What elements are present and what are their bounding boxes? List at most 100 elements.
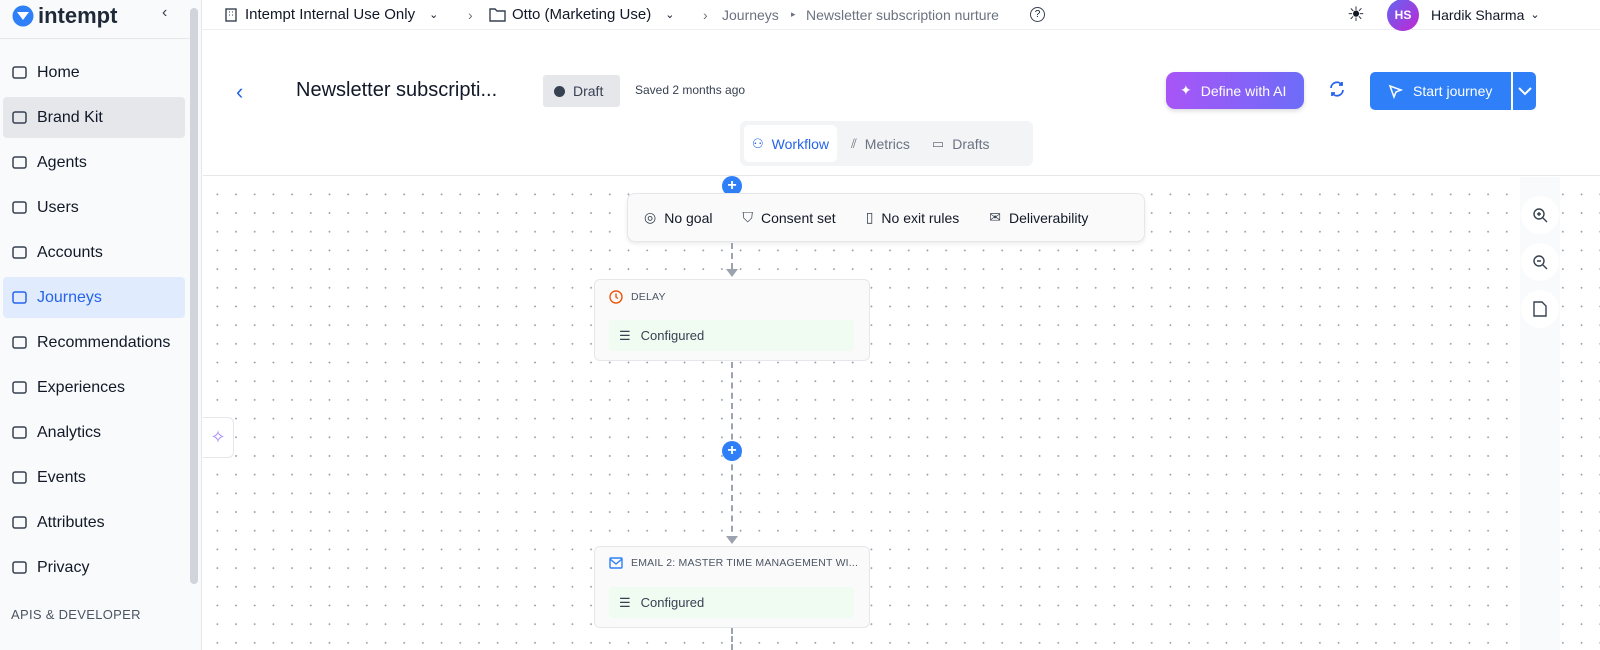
start-label: Start journey — [1413, 83, 1493, 99]
chevron-down-icon: ⌄ — [429, 9, 439, 21]
chevron-right-icon: › — [703, 6, 708, 23]
theme-toggle-sun-icon[interactable]: ☀ — [1347, 2, 1365, 27]
zoom-in-button[interactable] — [1521, 196, 1559, 234]
workflow-canvas[interactable] — [203, 177, 1600, 650]
sidebar-item-recommendations[interactable]: Recommendations — [3, 322, 185, 363]
logo[interactable]: intempt — [12, 3, 117, 29]
tab-workflow[interactable]: ⚇ Workflow — [744, 125, 837, 162]
sidebar-item-journeys[interactable]: Journeys — [3, 277, 185, 318]
workflow-icon: ⚇ — [752, 135, 764, 151]
user-name: Hardik Sharma — [1431, 6, 1525, 23]
mail-icon — [609, 557, 623, 569]
connector — [731, 243, 733, 269]
breadcrumb-journeys[interactable]: Journeys — [722, 7, 779, 23]
sidebar-item-label: Journeys — [37, 288, 102, 306]
journey-rules-bar: ◎ No goal ⛉ Consent set ▯ No exit rules ✉ Deliv… — [627, 193, 1145, 242]
chevron-right-icon: › — [468, 6, 473, 23]
sidebar-item-label: Users — [37, 198, 79, 216]
delay-node[interactable]: DELAY ☰ Configured — [594, 279, 870, 361]
sidebar-item-privacy[interactable]: Privacy — [3, 547, 185, 588]
sidebar-item-analytics[interactable]: Analytics — [3, 412, 185, 453]
connector-arrow — [726, 536, 738, 544]
shuffle-icon — [12, 381, 27, 394]
sidebar-item-experiences[interactable]: Experiences — [3, 367, 185, 408]
breadcrumb-current: Newsletter subscription nurture — [806, 6, 999, 23]
door-icon: ▯ — [865, 209, 874, 225]
folder-icon — [489, 8, 506, 22]
filter-icon: ☰ — [619, 327, 631, 343]
status-dot-icon — [554, 85, 565, 97]
sidebar-item-label: Home — [37, 63, 80, 81]
tab-metrics[interactable]: ⫽ Metrics — [843, 125, 918, 162]
sidebar-item-events[interactable]: Events — [3, 457, 185, 498]
users-icon — [12, 201, 27, 214]
top-bar: Intempt Internal Use Only ⌄ › Otto (Mark… — [203, 0, 1600, 31]
bot-icon — [12, 156, 27, 169]
rule-no-goal[interactable]: ◎ No goal — [644, 209, 712, 226]
tab-label: Metrics — [864, 135, 910, 152]
sparkles-icon: ✧ — [210, 427, 226, 447]
rule-no-exit-rules[interactable]: ▯ No exit rules — [866, 209, 960, 226]
connector-arrow — [726, 269, 738, 277]
drafts-icon: ▭ — [931, 135, 945, 151]
sidebar-item-label: Events — [37, 468, 86, 486]
rule-deliverability[interactable]: ✉ Deliverability — [989, 209, 1088, 226]
cursor-icon — [1388, 84, 1403, 99]
sidebar-item-agents[interactable]: Agents — [3, 142, 185, 183]
sidebar-item-label: Analytics — [37, 423, 102, 441]
ai-assistant-button[interactable]: ✧ — [203, 417, 234, 458]
bar-chart-icon — [12, 426, 27, 439]
zoom-out-button[interactable] — [1521, 243, 1559, 281]
goal-icon: ◎ — [644, 209, 657, 225]
zoom-out-icon — [1533, 255, 1548, 270]
sidebar: intempt ‹ Home Brand Kit Agents Users Accoun… — [0, 0, 202, 650]
mask-icon — [12, 561, 27, 574]
help-icon[interactable]: ? — [1030, 7, 1045, 22]
page-title: Newsletter subscripti... — [296, 79, 498, 101]
zoom-in-icon — [1533, 208, 1548, 223]
tab-drafts[interactable]: ▭ Drafts — [924, 125, 998, 162]
chevron-down-icon: ⌄ — [665, 9, 675, 21]
divider — [0, 38, 190, 39]
sidebar-item-attributes[interactable]: Attributes — [3, 502, 185, 543]
sidebar-scrollbar[interactable] — [190, 8, 198, 584]
project-switcher[interactable]: Otto (Marketing Use) ⌄ — [489, 6, 674, 23]
sidebar-item-label: Accounts — [37, 243, 103, 261]
start-options-dropdown[interactable] — [1513, 72, 1536, 110]
ai-label: Define with AI — [1200, 82, 1287, 99]
sidebar-item-label: Experiences — [37, 378, 126, 396]
avatar: HS — [1387, 0, 1419, 31]
fit-view-button[interactable] — [1521, 290, 1559, 328]
node-status: Configured — [640, 595, 705, 610]
refresh-button[interactable] — [1328, 80, 1346, 103]
view-tabs: ⚇ Workflow ⫽ Metrics ▭ Drafts — [740, 121, 1033, 166]
activity-icon — [12, 471, 27, 484]
note-icon — [1533, 301, 1547, 317]
email-node[interactable]: EMAIL 2: MASTER TIME MANAGEMENT WI... ☰ C… — [594, 546, 870, 628]
sidebar-item-label: Privacy — [37, 558, 90, 576]
sidebar-item-label: Brand Kit — [37, 108, 103, 126]
building-icon — [12, 246, 27, 259]
org-switcher[interactable]: Intempt Internal Use Only ⌄ — [223, 6, 438, 23]
define-with-ai-button[interactable]: ✦ Define with AI — [1166, 72, 1304, 109]
add-step-button[interactable]: + — [722, 441, 742, 461]
back-button[interactable]: ‹ — [236, 79, 243, 105]
start-journey-button[interactable]: Start journey — [1370, 72, 1511, 110]
collapse-sidebar-button[interactable]: ‹ — [162, 4, 167, 22]
sidebar-item-users[interactable]: Users — [3, 187, 185, 228]
sidebar-item-accounts[interactable]: Accounts — [3, 232, 185, 273]
sidebar-item-label: Agents — [37, 153, 87, 171]
building-icon — [225, 7, 237, 22]
rule-label: Consent set — [760, 209, 836, 226]
refresh-icon — [1330, 81, 1344, 97]
node-type: DELAY — [631, 291, 666, 303]
chevron-down-icon — [1517, 86, 1532, 95]
sidebar-item-brand-kit[interactable]: Brand Kit — [3, 97, 185, 138]
intempt-logo-icon — [12, 5, 34, 27]
saved-timestamp: Saved 2 months ago — [635, 83, 746, 97]
user-menu[interactable]: HS Hardik Sharma ⌄ — [1387, 0, 1540, 31]
rule-label: No exit rules — [881, 209, 960, 226]
sidebar-item-home[interactable]: Home — [3, 52, 185, 93]
rule-consent-set[interactable]: ⛉ Consent set — [742, 209, 835, 226]
node-status: Configured — [640, 328, 705, 343]
